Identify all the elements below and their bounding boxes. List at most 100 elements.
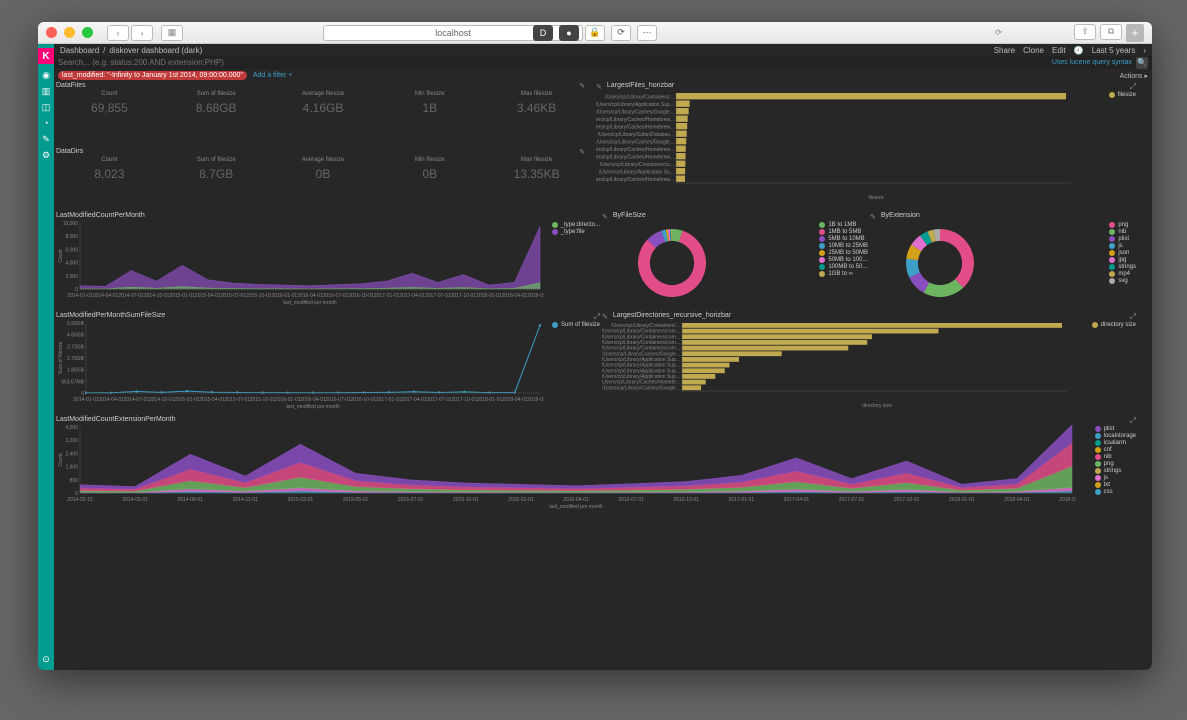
edit-link[interactable]: Edit (1052, 46, 1066, 55)
expand-icon[interactable]: ⤢ (1130, 82, 1136, 92)
forward-button[interactable]: › (131, 25, 153, 41)
svg-text:2017-07-01: 2017-07-01 (839, 497, 865, 503)
dashboard-icon[interactable]: ◫ (41, 102, 51, 112)
reload-icon[interactable]: ⟳ (995, 28, 1002, 37)
panel-title: ByExtension (881, 212, 920, 219)
svg-text:2015-10-01: 2015-10-01 (453, 497, 479, 503)
extension-icon[interactable]: D (533, 25, 553, 41)
svg-text:2016-04-01: 2016-04-01 (300, 397, 326, 403)
svg-text:5.59GB: 5.59GB (67, 321, 85, 327)
panel-edit-icon[interactable]: ✎ (870, 213, 876, 221)
visualize-icon[interactable]: ▥ (41, 86, 51, 96)
more-icon[interactable]: ⋯ (637, 25, 657, 41)
svg-text:2016-04-01: 2016-04-01 (563, 497, 589, 503)
devtools-icon[interactable]: ✎ (41, 134, 51, 144)
panel-edit-icon[interactable]: ✎ (579, 82, 585, 90)
svg-text:2018-07-01: 2018-07-01 (527, 293, 544, 299)
svg-text:4,000: 4,000 (65, 261, 78, 267)
time-picker[interactable]: Last 5 years (1092, 46, 1136, 55)
svg-text:4.66GB: 4.66GB (67, 333, 85, 339)
svg-text:last_modified per month: last_modified per month (283, 300, 337, 305)
chevron-right-icon[interactable]: › (1143, 46, 1146, 55)
timelion-icon[interactable]: ◔ (41, 118, 51, 128)
tabs-icon[interactable]: ⧉ (1100, 24, 1122, 40)
minimize-window-icon[interactable] (64, 27, 75, 38)
svg-text:/Users/cp/Library/Caches/Homeb: /Users/cp/Library/Caches/Homebrew... (596, 177, 674, 183)
panel-title: LargestDirectories_recursive_horizbar (613, 312, 731, 319)
share-link[interactable]: Share (994, 46, 1015, 55)
svg-text:2018-01-01: 2018-01-01 (476, 293, 502, 299)
share-icon[interactable]: ⇪ (1074, 24, 1096, 40)
svg-text:8,000: 8,000 (65, 234, 78, 240)
svg-text:2015-02-01: 2015-02-01 (288, 497, 314, 503)
svg-text:2017-01-01: 2017-01-01 (729, 497, 755, 503)
breadcrumb-current[interactable]: diskover dashboard (dark) (109, 46, 202, 55)
svg-text:/Users/cp/Library/Application: /Users/cp/Library/Application Su... (599, 169, 674, 175)
largestfiles-chart: /Users/cp/Library/Containers/... /Users/c… (596, 91, 1076, 201)
expand-icon[interactable]: ⤢ (1130, 312, 1136, 322)
byfilesize-chart (602, 221, 742, 305)
svg-text:2,000: 2,000 (65, 274, 78, 280)
panel-title: LastModifiedPerMonthSumFileSize (56, 312, 600, 319)
back-button[interactable]: ‹ (107, 25, 129, 41)
lastmodsize-chart: 2014-01-012014-04-012014-07-012014-10-01… (56, 321, 544, 409)
panel-byext: ✎ByExtension pngnibplistjsjsonjpgstrings… (870, 212, 1136, 308)
main-content: Dashboard / diskover dashboard (dark) Sh… (54, 44, 1152, 670)
search-input[interactable] (58, 58, 1048, 67)
svg-text:2018-01-01: 2018-01-01 (477, 397, 503, 403)
lock-icon[interactable]: 🔒 (585, 25, 605, 41)
refresh-icon[interactable]: ⟳ (611, 25, 631, 41)
kibana-logo-icon[interactable]: K (38, 48, 54, 64)
maximize-window-icon[interactable] (82, 27, 93, 38)
lucene-hint[interactable]: Uses lucene query syntax (1052, 59, 1132, 66)
svg-text:2014-07-01: 2014-07-01 (124, 397, 150, 403)
close-window-icon[interactable] (46, 27, 57, 38)
svg-text:2015-01-01: 2015-01-01 (169, 293, 195, 299)
svg-text:/Users/cp/Library/Containers/.: /Users/cp/Library/Containers/... (605, 94, 674, 100)
svg-text:2015-04-01: 2015-04-01 (199, 397, 225, 403)
panel-edit-icon[interactable]: ✎ (602, 313, 608, 321)
clone-link[interactable]: Clone (1023, 46, 1044, 55)
lastmodext-chart: 2014-02-152014-05-012014-08-012014-11-01… (56, 425, 1076, 509)
panel-byfilesize: ✎ByFileSize 1B to 1MB1MB to 5MB5MB to 10… (602, 212, 868, 308)
svg-text:2016-07-01: 2016-07-01 (323, 293, 349, 299)
svg-text:/Users/cp/Library/Containers/c: /Users/cp/Library/Containers/co... (600, 162, 674, 168)
panel-title: DataFiles (56, 82, 590, 89)
svg-text:6,000: 6,000 (65, 247, 78, 253)
management-icon[interactable]: ⚙ (41, 150, 51, 160)
panel-title: LastModifiedCountPerMonth (56, 212, 600, 219)
svg-text:2017-04-01: 2017-04-01 (401, 397, 427, 403)
filter-pill[interactable]: last_modified: "-Infinity to January 1st… (58, 71, 247, 80)
expand-icon[interactable]: ⤢ (594, 312, 600, 322)
panel-edit-icon[interactable]: ✎ (602, 213, 608, 221)
svg-text:2016-10-01: 2016-10-01 (673, 497, 699, 503)
svg-text:/Users/cp/Library/Caches/Homeb: /Users/cp/Library/Caches/Homebrew... (596, 124, 674, 130)
svg-text:1.86GB: 1.86GB (67, 368, 85, 374)
adblock-icon[interactable]: ● (559, 25, 579, 41)
svg-text:2017-01-01: 2017-01-01 (374, 293, 400, 299)
svg-text:2017-10-01: 2017-10-01 (452, 397, 478, 403)
panel-title: DataDirs (56, 148, 590, 155)
svg-text:4,000: 4,000 (65, 425, 78, 431)
panel-edit-icon[interactable]: ✎ (596, 83, 602, 91)
svg-text:10,000: 10,000 (63, 221, 79, 227)
svg-text:filesize: filesize (868, 195, 884, 201)
filter-actions[interactable]: Actions ▸ (1120, 72, 1148, 80)
svg-text:2014-08-01: 2014-08-01 (177, 497, 203, 503)
discover-icon[interactable]: ◉ (41, 70, 51, 80)
titlebar: ‹ › ▦ D ● 🔒 ⟳ ⋯ localhost ⟳ ⇪ ⧉ + (38, 22, 1152, 44)
svg-text:/Users/cp/Library/Caches/Homeb: /Users/cp/Library/Caches/Homebrew... (596, 147, 674, 153)
panel-edit-icon[interactable]: ✎ (579, 148, 585, 156)
sidebar-toggle-icon[interactable]: ▦ (161, 25, 183, 41)
search-button[interactable]: 🔍 (1136, 57, 1148, 69)
svg-text:2015-01-01: 2015-01-01 (174, 397, 200, 403)
expand-icon[interactable]: ⤢ (1130, 416, 1136, 426)
collapse-icon[interactable]: ⊙ (41, 654, 51, 664)
new-tab-button[interactable]: + (1126, 24, 1144, 42)
add-filter-link[interactable]: Add a filter + (253, 72, 293, 79)
svg-text:0: 0 (81, 391, 84, 397)
svg-text:directory size: directory size (862, 403, 892, 409)
byext-chart (870, 221, 1010, 305)
svg-text:2017-10-01: 2017-10-01 (451, 293, 477, 299)
breadcrumb-root[interactable]: Dashboard (60, 46, 99, 55)
